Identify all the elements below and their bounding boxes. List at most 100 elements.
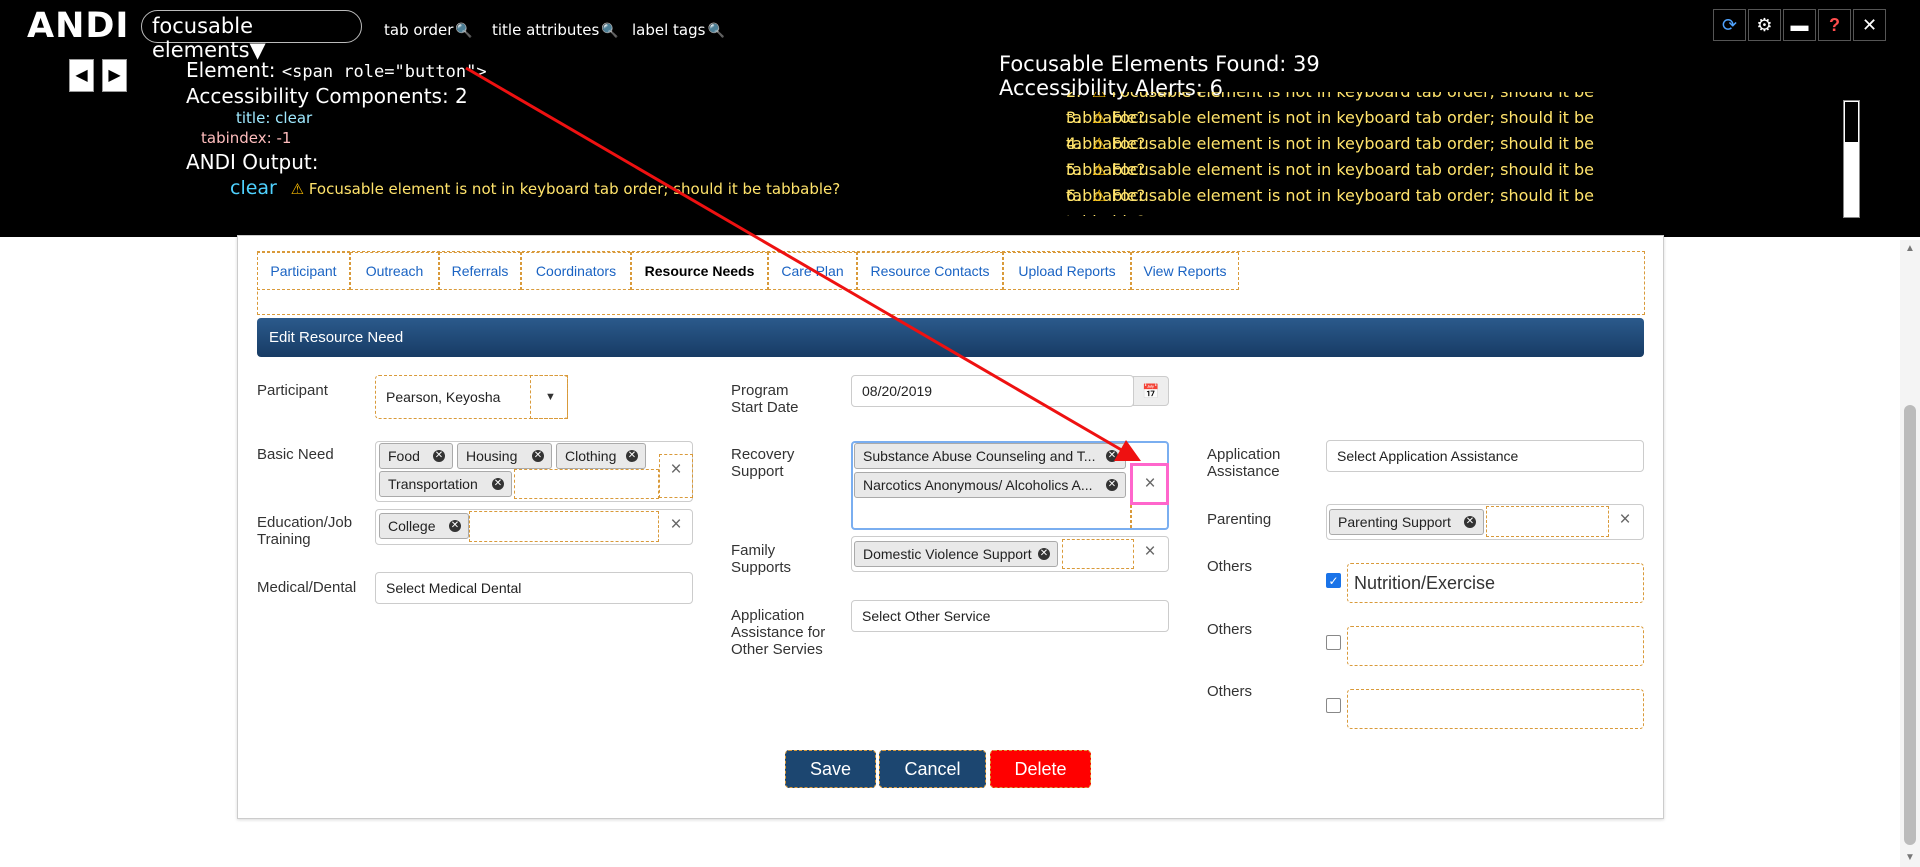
app-assist-label: Application Assistance	[1207, 446, 1281, 480]
page-scrollbar[interactable]: ▲ ▼	[1900, 240, 1920, 867]
next-element-button[interactable]: ▶	[102, 59, 127, 92]
chip-label: Domestic Violence Support	[863, 546, 1032, 562]
basic-need-label: Basic Need	[257, 446, 334, 463]
medical-label: Medical/Dental	[257, 579, 357, 596]
tab-upload-reports[interactable]: Upload Reports	[1003, 252, 1131, 290]
chevron-down-icon: ▼	[545, 391, 556, 403]
prop-value: clear	[275, 109, 313, 127]
label-tags-link[interactable]: label tags 🔍	[632, 21, 725, 39]
chip: Narcotics Anonymous/ Alcoholics A... ✕	[854, 472, 1126, 498]
prev-element-button[interactable]: ◀	[69, 59, 94, 92]
gear-icon[interactable]: ⚙	[1748, 9, 1781, 41]
output-warning-text: Focusable element is not in keyboard tab…	[308, 180, 841, 198]
prop-tabindex: tabindex: -1	[186, 128, 487, 148]
others-checkbox-3[interactable]	[1326, 698, 1341, 713]
tab-resource-contacts[interactable]: Resource Contacts	[857, 252, 1003, 290]
participant-label: Participant	[257, 382, 328, 399]
clear-icon[interactable]: ×	[1138, 541, 1162, 563]
alert-item[interactable]: 6. ⚠ Focusable element is not in keyboard…	[1066, 183, 1666, 216]
remove-chip-icon[interactable]: ✕	[1106, 479, 1118, 491]
tab-view-reports[interactable]: View Reports	[1131, 252, 1239, 290]
title-attributes-link[interactable]: title attributes 🔍	[492, 21, 619, 39]
page-scrollbar-thumb[interactable]	[1904, 405, 1916, 845]
clear-icon[interactable]: ×	[664, 514, 688, 536]
others-input-2[interactable]	[1347, 626, 1644, 666]
calendar-icon[interactable]: 📅	[1133, 376, 1169, 406]
app-other-label: Application Assistance for Other Servies	[731, 607, 826, 658]
chip: Clothing ✕	[556, 443, 646, 469]
others-input-1[interactable]: Nutrition/Exercise	[1347, 563, 1644, 603]
tab-participant[interactable]: Participant	[257, 252, 350, 290]
tab-coordinators[interactable]: Coordinators	[521, 252, 631, 290]
keyboard-icon[interactable]: ▬	[1783, 9, 1816, 41]
warning-icon: ⚠	[1092, 92, 1106, 101]
recovery-label: Recovery Support	[731, 446, 795, 480]
section-header: Edit Resource Need	[257, 318, 1644, 357]
parenting-label: Parenting	[1207, 511, 1272, 528]
andi-focus-highlight	[1130, 463, 1169, 505]
warning-icon: ⚠	[1092, 160, 1107, 179]
tab-order-link[interactable]: tab order 🔍	[384, 21, 473, 39]
warning-icon: ⚠	[1092, 108, 1107, 127]
parenting-search[interactable]	[1486, 506, 1609, 537]
alert-scrollbar[interactable]	[1843, 100, 1860, 218]
remove-chip-icon[interactable]: ✕	[492, 478, 504, 490]
tab-care-plan[interactable]: Care Plan	[768, 252, 857, 290]
remove-chip-icon[interactable]: ✕	[1106, 450, 1118, 462]
alert-item[interactable]: 4. ⚠ Focusable element is not in keyboard…	[1066, 131, 1666, 179]
alert-number: 5.	[1066, 160, 1082, 179]
warning-icon: ⚠	[1092, 134, 1107, 153]
clear-icon: ×	[670, 459, 682, 480]
remove-chip-icon[interactable]: ✕	[626, 450, 638, 462]
others-checkbox-2[interactable]	[1326, 635, 1341, 650]
chip: College ✕	[379, 513, 469, 539]
clear-icon[interactable]: ×	[1613, 509, 1637, 531]
warning-icon: ⚠	[1092, 186, 1107, 205]
module-select[interactable]: focusable elements▼	[141, 10, 362, 62]
chip-label: Clothing	[565, 448, 617, 464]
tab-referrals[interactable]: Referrals	[439, 252, 521, 290]
tab-resource-needs[interactable]: Resource Needs	[631, 252, 768, 290]
alert-item[interactable]: 5. ⚠ Focusable element is not in keyboard…	[1066, 157, 1666, 205]
app-assist-select[interactable]: Select Application Assistance	[1326, 440, 1644, 472]
family-search[interactable]	[1062, 539, 1134, 569]
others-checkbox-1[interactable]: ✓	[1326, 573, 1341, 588]
tab-outreach[interactable]: Outreach	[350, 252, 439, 290]
title-attributes-label: title attributes	[492, 21, 600, 39]
remove-chip-icon[interactable]: ✕	[532, 450, 544, 462]
found-count: Focusable Elements Found: 39	[999, 52, 1320, 76]
education-label: Education/Job Training	[257, 514, 353, 548]
save-button[interactable]: Save	[785, 750, 876, 788]
alert-item[interactable]: 3. ⚠ Focusable element is not in keyboard…	[1066, 105, 1666, 153]
output-warning: ⚠ Focusable element is not in keyboard t…	[291, 180, 841, 198]
program-start-input[interactable]: 08/20/2019	[851, 375, 1134, 407]
element-info: Element: <span role="button"> Accessibil…	[186, 58, 487, 174]
others-input-3[interactable]	[1347, 689, 1644, 729]
refresh-icon[interactable]: ⟳	[1713, 9, 1746, 41]
program-start-label: Program Start Date	[731, 382, 799, 416]
remove-chip-icon[interactable]: ✕	[1038, 548, 1050, 560]
education-search[interactable]	[469, 511, 659, 542]
remove-chip-icon[interactable]: ✕	[449, 520, 461, 532]
prop-value: -1	[276, 129, 292, 147]
chip: Housing ✕	[457, 443, 552, 469]
alert-item[interactable]: 2.⚠ Focusable element is not in keyboard…	[1066, 92, 1666, 127]
chip-label: Housing	[466, 448, 518, 464]
cancel-button[interactable]: Cancel	[879, 750, 986, 788]
chip: Parenting Support ✕	[1329, 509, 1484, 535]
scroll-down-icon[interactable]: ▼	[1905, 852, 1915, 863]
scroll-up-icon[interactable]: ▲	[1905, 243, 1915, 254]
andi-logo: ANDI	[27, 6, 130, 46]
basic-need-search[interactable]	[514, 469, 659, 499]
remove-chip-icon[interactable]: ✕	[433, 450, 445, 462]
output-label: ANDI Output:	[186, 150, 319, 174]
remove-chip-icon[interactable]: ✕	[1464, 516, 1476, 528]
help-icon[interactable]: ?	[1818, 9, 1851, 41]
delete-button[interactable]: Delete	[990, 750, 1091, 788]
alert-scrollbar-thumb[interactable]	[1845, 102, 1858, 142]
medical-select[interactable]: Select Medical Dental	[375, 572, 693, 604]
label-tags-label: label tags	[632, 21, 706, 39]
app-other-select[interactable]: Select Other Service	[851, 600, 1169, 632]
alert-number: 2.	[1066, 92, 1092, 105]
close-icon[interactable]: ✕	[1853, 9, 1886, 41]
